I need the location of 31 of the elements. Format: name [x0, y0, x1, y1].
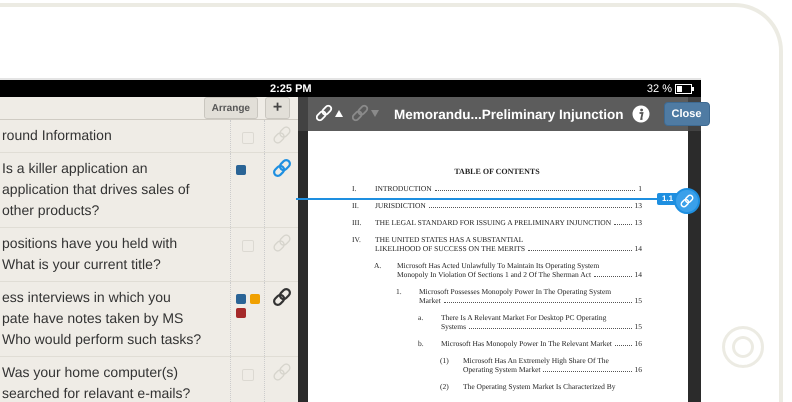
question-text[interactable]: Is a killer application an [2, 158, 148, 179]
question-text[interactable]: ess interviews in which you [2, 287, 171, 308]
question-text[interactable]: round Information [2, 125, 112, 146]
link-icon [270, 157, 292, 179]
link-nav-button[interactable] [316, 104, 344, 124]
question-text[interactable]: Was your home computer(s) [2, 362, 178, 383]
arrange-button[interactable]: Arrange [204, 97, 258, 119]
status-time: 2:25 PM [270, 82, 312, 94]
tag-swatch[interactable] [250, 294, 260, 304]
question-text[interactable]: What is your current title? [2, 254, 161, 275]
document-title: Memorandu...Preliminary Injunction [394, 106, 624, 122]
question-text[interactable]: application that drives sales of [2, 179, 190, 200]
question-text[interactable]: searched for relavant e-mails? [2, 383, 190, 402]
question-text[interactable]: positions have you held with [2, 233, 178, 254]
tag-swatch[interactable] [236, 294, 246, 304]
toc-title: TABLE OF CONTENTS [453, 167, 541, 176]
link-icon [270, 361, 292, 383]
link-icon [679, 193, 695, 209]
tag-swatch[interactable] [236, 308, 246, 318]
link-icon [270, 286, 292, 308]
question-text[interactable]: pate have notes taken by MS [2, 308, 184, 329]
close-button[interactable]: Close [664, 102, 710, 126]
add-button[interactable]: + [265, 97, 290, 119]
question-text[interactable]: other products? [2, 200, 100, 221]
link-icon [270, 124, 292, 146]
link-icon [270, 232, 292, 254]
info-icon[interactable] [632, 105, 650, 123]
tag-swatch[interactable] [236, 165, 246, 175]
battery-icon [675, 84, 695, 94]
battery-percent: 32 % [646, 82, 672, 94]
question-text[interactable]: Who would perform such tasks? [2, 329, 202, 350]
